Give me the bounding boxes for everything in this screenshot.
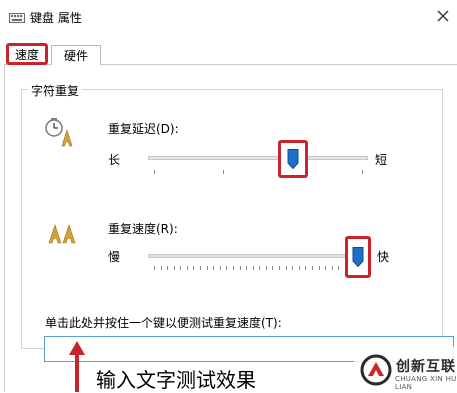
tab-hardware[interactable]: 硬件 (51, 45, 101, 65)
slider-tick (266, 266, 267, 270)
repeat-rate-label: 重复速度(R): (108, 222, 178, 236)
slider-tick (207, 266, 208, 270)
slider-tick (180, 266, 181, 270)
slider-tick (240, 266, 241, 270)
repeat-rate-max-label: 快 (377, 250, 390, 264)
slider-tick (246, 266, 247, 270)
repeat-rate-track[interactable] (148, 254, 364, 258)
keyboard-icon (9, 13, 25, 23)
annotation-text: 输入文字测试效果 (96, 368, 256, 392)
slider-tick (174, 266, 175, 270)
slider-tick (272, 266, 273, 270)
slider-tick (292, 266, 293, 270)
slider-tick (325, 266, 326, 270)
repeat-delay-track[interactable] (148, 156, 368, 160)
watermark-logo (360, 354, 392, 386)
slider-tick (332, 266, 333, 270)
slider-tick (299, 266, 300, 270)
repeat-delay-min-label: 长 (108, 153, 121, 167)
tab-speed-label: 速度 (14, 47, 39, 62)
slider-tick (154, 266, 155, 270)
repeat-rate-slider-thumb[interactable] (345, 236, 371, 278)
tab-speed[interactable]: 速度 (6, 43, 48, 65)
watermark-subtitle: CHUANG XIN HU LIAN (395, 375, 457, 391)
slider-tick (161, 266, 162, 270)
repeat-delay-icon (45, 118, 73, 147)
annotation-arrow-icon (69, 341, 85, 392)
test-prompt-label: 单击此处并按住一个键以便测试重复速度(T): (45, 316, 282, 330)
slider-tick (253, 266, 254, 270)
title-bar: 键盘 属性 (0, 0, 457, 38)
slider-tick (305, 266, 306, 270)
slider-tick (220, 266, 221, 270)
slider-tick (193, 266, 194, 270)
close-icon[interactable] (433, 4, 453, 28)
slider-tick (154, 170, 155, 174)
repeat-delay-max-label: 短 (375, 153, 388, 167)
slider-tick (223, 170, 224, 174)
repeat-rate-icon (48, 224, 76, 244)
repeat-delay-slider-thumb[interactable] (278, 140, 308, 178)
slider-tick (200, 266, 201, 270)
repeat-delay-label: 重复延迟(D): (108, 122, 179, 136)
slider-tick (286, 266, 287, 270)
tab-hardware-label: 硬件 (63, 49, 88, 63)
slider-tick (233, 266, 234, 270)
repeat-rate-min-label: 慢 (108, 250, 121, 264)
slider-tick (187, 266, 188, 270)
character-repeat-group (21, 89, 443, 349)
slider-tick (312, 266, 313, 270)
slider-tick (167, 266, 168, 270)
slider-tick (338, 266, 339, 270)
slider-tick (226, 266, 227, 270)
slider-tick (279, 266, 280, 270)
slider-tick (259, 266, 260, 270)
slider-tick (213, 266, 214, 270)
window-title: 键盘 属性 (30, 11, 82, 25)
group-title: 字符重复 (28, 82, 83, 99)
watermark-text: 创新互联 (396, 359, 456, 375)
slider-thumb-icon (287, 149, 299, 169)
slider-tick (362, 170, 363, 174)
slider-thumb-icon (352, 247, 364, 267)
slider-tick (319, 266, 320, 270)
watermark: 创新互联 CHUANG XIN HU LIAN (354, 346, 457, 392)
